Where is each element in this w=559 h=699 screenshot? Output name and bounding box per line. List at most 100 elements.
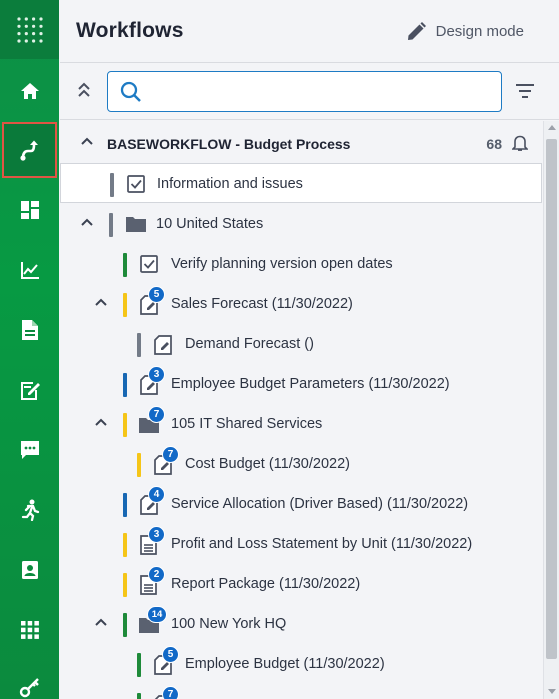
tree-item-label: Demand Forecast () [185, 336, 314, 352]
item-count-badge: 5 [148, 286, 165, 303]
run-icon [21, 499, 39, 521]
tree-item[interactable]: 7 [60, 684, 542, 699]
tree-item-label: Sales Forecast (11/30/2022) [171, 296, 353, 312]
home-icon [20, 83, 39, 99]
chevron-up-icon[interactable] [95, 418, 107, 426]
item-count-badge: 4 [148, 486, 165, 503]
tree-item-label: 100 New York HQ [171, 616, 287, 632]
edit-doc-icon [154, 335, 172, 355]
double-chevron-up-icon [78, 82, 90, 97]
status-bar [110, 173, 114, 197]
tree-item-label: 10 United States [156, 216, 264, 232]
nav-home[interactable] [0, 62, 59, 120]
status-bar [123, 293, 127, 317]
edit-form-icon [20, 382, 40, 400]
tree-item-label: Profit and Loss Statement by Unit (11/30… [171, 536, 473, 552]
tree-item[interactable]: 7 Cost Budget (11/30/2022) [60, 444, 542, 484]
tree-item[interactable]: 3 Profit and Loss Statement by Unit (11/… [60, 524, 542, 564]
tree-item[interactable]: 7 105 IT Shared Services [60, 404, 542, 444]
nav-forms[interactable] [0, 361, 59, 419]
item-count-badge: 5 [162, 646, 179, 663]
tree-scrollbar[interactable] [543, 121, 559, 699]
nav-documents[interactable] [0, 301, 59, 359]
tree-item[interactable]: Demand Forecast () [60, 324, 542, 364]
pencil-icon [407, 22, 426, 40]
folder-icon [126, 217, 146, 232]
tree-item-label: 105 IT Shared Services [171, 416, 323, 432]
scroll-down-arrow[interactable] [548, 689, 556, 694]
tree-item-label: Service Allocation (Driver Based) (11/30… [171, 496, 469, 512]
nav-apps[interactable] [0, 601, 59, 659]
apps-grid-icon [16, 16, 43, 43]
grid-icon [20, 621, 39, 639]
tree-item[interactable]: Information and issues [60, 163, 542, 203]
nav-workflows[interactable] [2, 122, 57, 178]
workflows-app: Workflows Design mode BASEWORKFLOW - Bud… [0, 0, 559, 699]
checkbox-icon [127, 175, 145, 193]
nav-analysis[interactable] [0, 241, 59, 299]
tree-item[interactable]: 4 Service Allocation (Driver Based) (11/… [60, 484, 542, 524]
workflow-tree[interactable]: BASEWORKFLOW - Budget Process 68 Informa… [60, 121, 542, 699]
tree-item[interactable]: 10 United States [60, 204, 542, 244]
notification-count: 68 [486, 136, 502, 152]
tree-item-label: Employee Budget Parameters (11/30/2022) [171, 376, 450, 392]
nav-dashboard[interactable] [0, 181, 59, 239]
nav-messages[interactable] [0, 421, 59, 479]
contact-card-icon [21, 561, 38, 579]
status-bar [137, 653, 141, 677]
tree-item[interactable]: 2 Report Package (11/30/2022) [60, 564, 542, 604]
chevron-up-icon[interactable] [81, 137, 93, 145]
nav-run[interactable] [0, 481, 59, 539]
apps-grid-button[interactable] [0, 0, 59, 59]
chat-icon [20, 441, 39, 459]
search-toolbar [60, 62, 559, 120]
filter-icon [516, 84, 534, 98]
document-icon [21, 320, 38, 340]
design-mode-button[interactable]: Design mode [407, 22, 524, 41]
item-count-badge: 7 [162, 686, 179, 699]
bell-icon[interactable] [512, 134, 528, 152]
tree-item[interactable]: Verify planning version open dates [60, 244, 542, 284]
left-nav-rail [0, 0, 59, 699]
dashboard-icon [20, 201, 39, 219]
status-bar [137, 693, 141, 699]
scroll-thumb[interactable] [546, 139, 557, 659]
checkbox-icon [140, 255, 158, 273]
status-bar [137, 333, 141, 357]
status-bar [123, 413, 127, 437]
collapse-all-button[interactable] [77, 81, 91, 104]
tree-root-row[interactable]: BASEWORKFLOW - Budget Process 68 [60, 123, 542, 163]
key-icon [19, 678, 39, 698]
item-count-badge: 2 [148, 566, 165, 583]
tree-item[interactable]: 3 Employee Budget Parameters (11/30/2022… [60, 364, 542, 404]
filter-button[interactable] [515, 83, 535, 104]
root-label: BASEWORKFLOW - Budget Process [107, 136, 351, 152]
status-bar [109, 213, 113, 237]
panel-header: Workflows Design mode [60, 0, 559, 62]
chevron-up-icon[interactable] [81, 218, 93, 226]
status-bar [123, 493, 127, 517]
search-box[interactable] [107, 71, 502, 112]
nav-security[interactable] [0, 658, 59, 699]
search-icon [120, 81, 141, 102]
status-bar [137, 453, 141, 477]
status-bar [123, 613, 127, 637]
status-bar [123, 373, 127, 397]
tree-item[interactable]: 5 Sales Forecast (11/30/2022) [60, 284, 542, 324]
tree-item[interactable]: 14 100 New York HQ [60, 604, 542, 644]
scroll-up-arrow[interactable] [548, 125, 556, 130]
search-input[interactable] [148, 76, 488, 106]
item-count-badge: 3 [148, 366, 165, 383]
nav-contacts[interactable] [0, 541, 59, 599]
item-count-badge: 14 [147, 606, 167, 623]
tree-item-label: Cost Budget (11/30/2022) [185, 456, 350, 472]
chevron-up-icon[interactable] [95, 298, 107, 306]
item-count-badge: 3 [148, 526, 165, 543]
tree-item-label: Information and issues [157, 176, 303, 192]
status-bar [123, 573, 127, 597]
tree-item-label: Report Package (11/30/2022) [171, 576, 361, 592]
workflow-icon [19, 140, 38, 161]
chevron-up-icon[interactable] [95, 618, 107, 626]
tree-item[interactable]: 5 Employee Budget (11/30/2022) [60, 644, 542, 684]
status-bar [123, 533, 127, 557]
